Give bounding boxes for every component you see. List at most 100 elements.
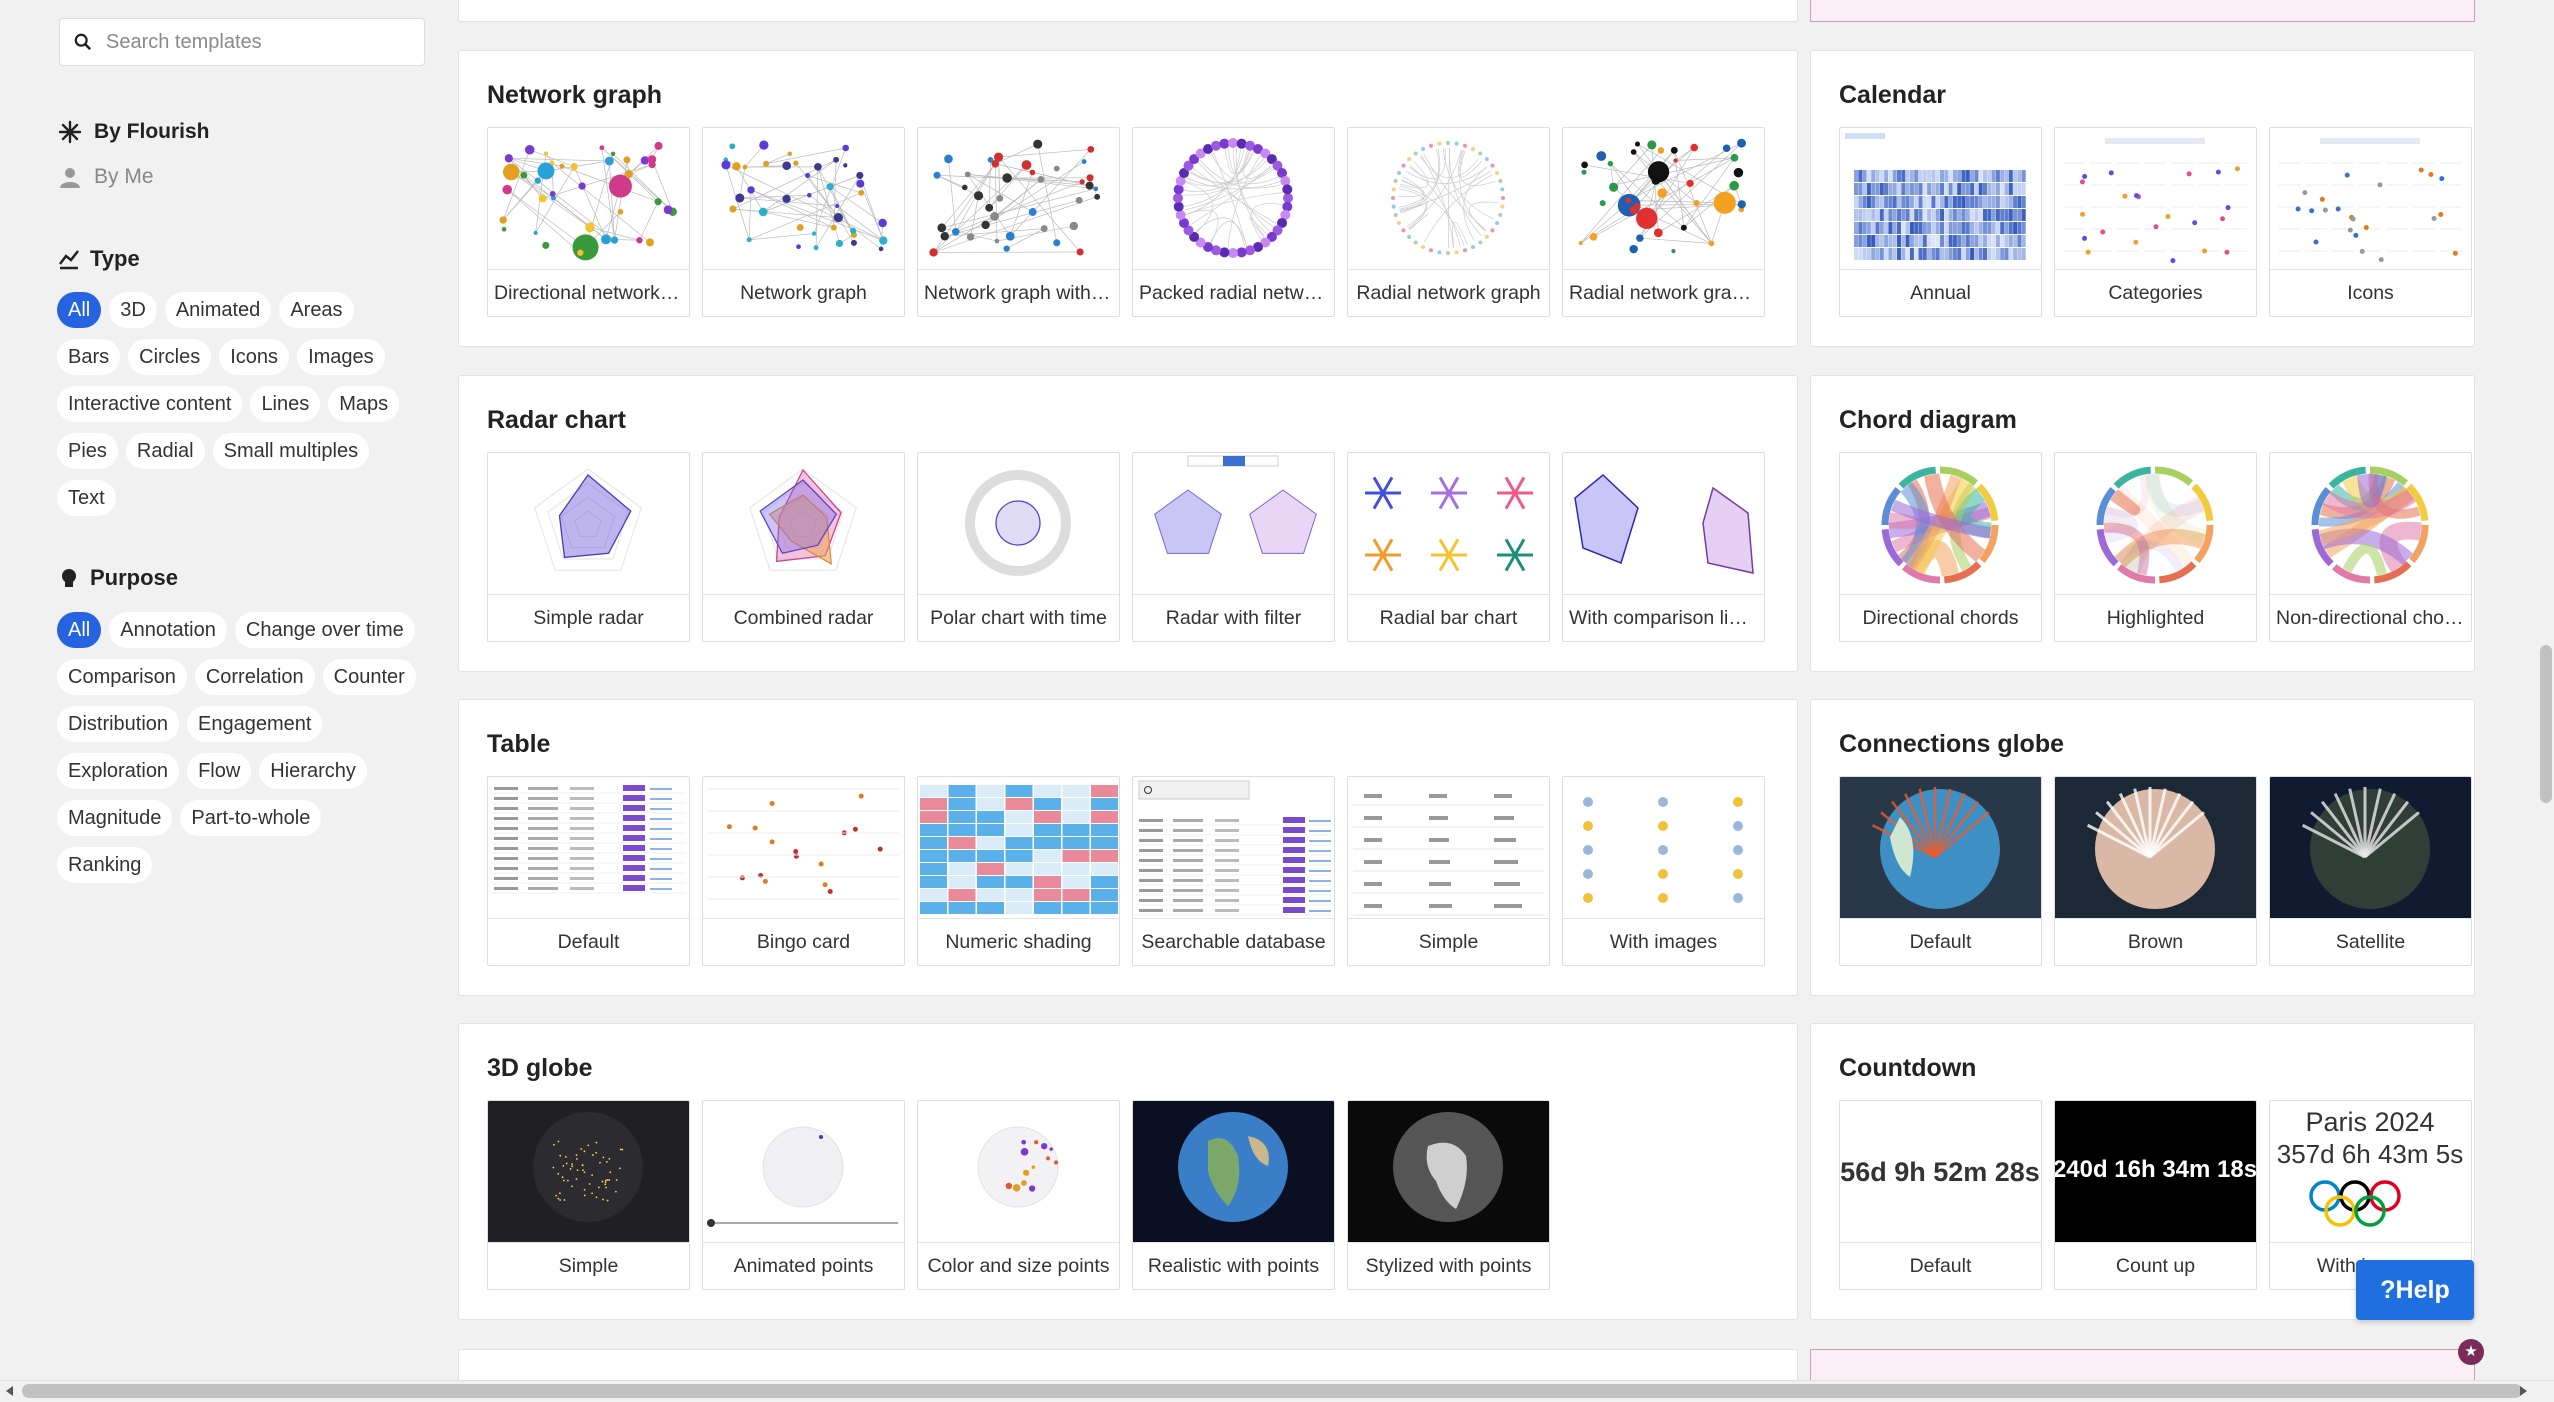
template-card[interactable]: Polar chart with time	[917, 452, 1120, 642]
template-card-label: Default	[1840, 1242, 2041, 1289]
template-card[interactable]: Directional chords	[1839, 452, 2042, 642]
template-card[interactable]: Animated points	[702, 1100, 905, 1290]
template-thumbnail	[1840, 777, 2041, 918]
filter-chip[interactable]: All	[57, 292, 102, 328]
section-title: Chord diagram	[1839, 406, 2017, 434]
template-card-label: With images	[1563, 918, 1764, 965]
section-title: Radar chart	[487, 406, 626, 434]
template-card[interactable]: Network graph	[702, 127, 905, 317]
template-card-label: Color and size points	[918, 1242, 1119, 1289]
section-title: Calendar	[1839, 81, 1946, 109]
template-card-label: Bingo card	[703, 918, 904, 965]
filter-chip[interactable]: Engagement	[187, 706, 323, 742]
search-input[interactable]	[104, 29, 408, 55]
template-thumbnail	[2270, 777, 2471, 918]
filter-chip[interactable]: Counter	[322, 659, 416, 695]
filter-chip[interactable]: Animated	[164, 292, 272, 328]
filter-chip[interactable]: Text	[57, 480, 116, 516]
template-card[interactable]: Directional network graph	[487, 127, 690, 317]
filter-chip[interactable]: 3D	[109, 292, 157, 328]
template-card[interactable]: Stylized with points	[1347, 1100, 1550, 1290]
template-card[interactable]: Simple radar	[487, 452, 690, 642]
template-card[interactable]: Brown	[2054, 776, 2257, 966]
template-thumbnail	[1348, 453, 1549, 594]
template-card[interactable]: Radial network graph	[1347, 127, 1550, 317]
filter-chip[interactable]: Images	[297, 339, 385, 375]
template-card[interactable]: Packed radial network	[1132, 127, 1335, 317]
scroll-left-arrow-icon[interactable]	[6, 1386, 13, 1396]
template-card-label: Brown	[2055, 918, 2256, 965]
filter-chip[interactable]: Exploration	[57, 753, 180, 789]
template-card[interactable]: Default	[1839, 776, 2042, 966]
template-card[interactable]: Highlighted	[2054, 452, 2257, 642]
template-card[interactable]: Categories	[2054, 127, 2257, 317]
template-card-label: Searchable database	[1133, 918, 1334, 965]
filter-chip[interactable]: Part-to-whole	[180, 800, 322, 836]
filter-by-flourish[interactable]: By Flourish	[58, 120, 210, 144]
type-heading: Type	[58, 246, 140, 272]
filter-chip[interactable]: Interactive content	[57, 386, 243, 422]
template-card[interactable]: Icons	[2269, 127, 2472, 317]
template-card[interactable]: Radar with filter	[1132, 452, 1335, 642]
template-card[interactable]: Satellite	[2269, 776, 2472, 966]
template-card[interactable]: Radial bar chart	[1347, 452, 1550, 642]
filter-chip[interactable]: Radial	[125, 433, 205, 469]
template-card[interactable]: 56d 9h 52m 28s Default	[1839, 1100, 2042, 1290]
filter-chip[interactable]: Magnitude	[57, 800, 173, 836]
template-thumbnail	[2055, 453, 2256, 594]
purpose-heading: Purpose	[58, 565, 178, 591]
template-thumbnail	[488, 1101, 689, 1242]
vertical-scrollbar-thumb[interactable]	[2540, 645, 2552, 803]
filter-chip[interactable]: Distribution	[57, 706, 180, 742]
template-card[interactable]: Bingo card	[702, 776, 905, 966]
help-button[interactable]: ? Help	[2356, 1260, 2474, 1320]
template-card[interactable]: Searchable database	[1132, 776, 1335, 966]
horizontal-scrollbar-thumb[interactable]	[22, 1384, 2522, 1398]
filter-chip[interactable]: All	[57, 612, 102, 648]
filter-chip[interactable]: Hierarchy	[259, 753, 367, 789]
filter-chip[interactable]: Maps	[328, 386, 400, 422]
filter-chip[interactable]: Pies	[57, 433, 118, 469]
filter-chip[interactable]: Circles	[128, 339, 212, 375]
template-card[interactable]: Non-directional chords	[2269, 452, 2472, 642]
template-card[interactable]: Annual	[1839, 127, 2042, 317]
template-card[interactable]: Realistic with points	[1132, 1100, 1335, 1290]
filter-chip[interactable]: Ranking	[57, 847, 153, 883]
template-card[interactable]: Network graph with images	[917, 127, 1120, 317]
filter-by-me[interactable]: By Me	[58, 165, 154, 189]
template-card[interactable]: 240d 16h 34m 18s Count up	[2054, 1100, 2257, 1290]
filter-chip[interactable]: Change over time	[234, 612, 415, 648]
filter-chip[interactable]: Bars	[57, 339, 121, 375]
card-row: Simple radar Combined radar Polar chart wi…	[487, 452, 1765, 642]
filter-chip[interactable]: Areas	[279, 292, 354, 328]
filter-chip[interactable]: Lines	[250, 386, 321, 422]
scroll-right-arrow-icon[interactable]	[2520, 1386, 2527, 1396]
template-card[interactable]: Simple	[487, 1100, 690, 1290]
template-thumbnail	[1133, 128, 1334, 269]
previous-section-bottom	[458, 0, 1798, 22]
search-box[interactable]	[59, 18, 425, 66]
star-badge-icon[interactable]: ★	[2458, 1339, 2484, 1365]
template-card[interactable]: Combined radar	[702, 452, 905, 642]
section-radar-chart: Radar chart Simple radar Combined radar Po…	[458, 375, 1798, 672]
section-title: Countdown	[1839, 1054, 1977, 1082]
template-thumbnail	[2270, 453, 2471, 594]
template-card[interactable]: Simple	[1347, 776, 1550, 966]
filter-chip[interactable]: Annotation	[109, 612, 227, 648]
template-card[interactable]: Color and size points	[917, 1100, 1120, 1290]
filter-chip[interactable]: Flow	[187, 753, 252, 789]
template-card[interactable]: Numeric shading	[917, 776, 1120, 966]
type-heading-label: Type	[90, 246, 140, 271]
template-card[interactable]: With comparison lines	[1562, 452, 1765, 642]
template-card[interactable]: With images	[1562, 776, 1765, 966]
template-thumbnail	[1133, 777, 1334, 918]
template-thumbnail	[1563, 128, 1764, 269]
template-card-label: Stylized with points	[1348, 1242, 1549, 1289]
filter-chip[interactable]: Small multiples	[212, 433, 370, 469]
template-card[interactable]: Default	[487, 776, 690, 966]
filter-chip[interactable]: Correlation	[194, 659, 315, 695]
template-card[interactable]: Radial network graph with images	[1562, 127, 1765, 317]
filter-chip[interactable]: Comparison	[57, 659, 187, 695]
filter-chip[interactable]: Icons	[219, 339, 290, 375]
template-thumbnail	[703, 453, 904, 594]
